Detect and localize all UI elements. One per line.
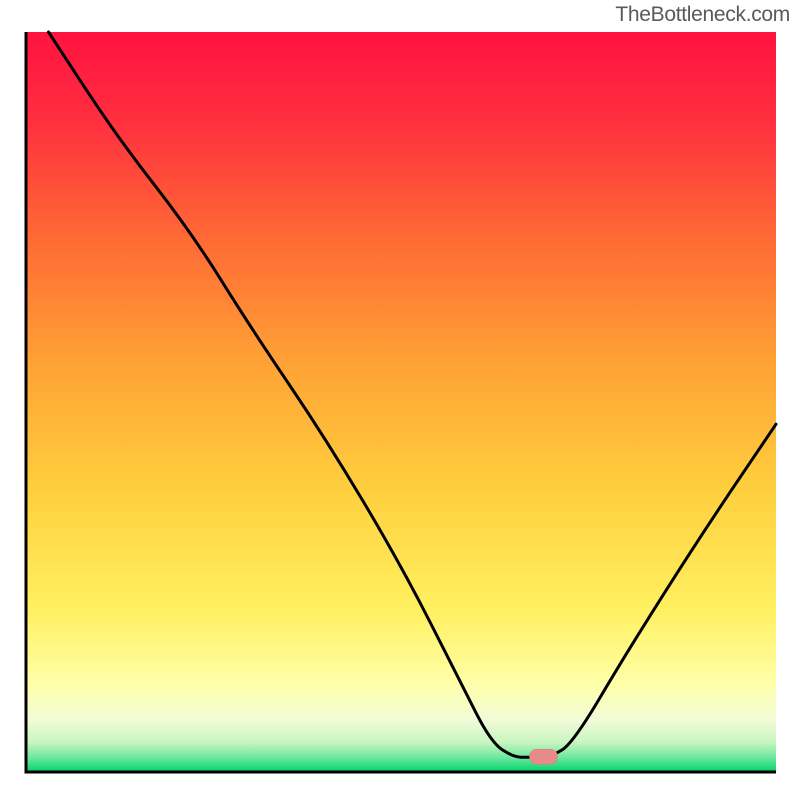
optimal-marker [530, 749, 558, 764]
bottleneck-chart: TheBottleneck.com [0, 0, 800, 800]
chart-svg [0, 0, 800, 800]
watermark-label: TheBottleneck.com [615, 3, 790, 27]
plot-background [26, 32, 776, 772]
